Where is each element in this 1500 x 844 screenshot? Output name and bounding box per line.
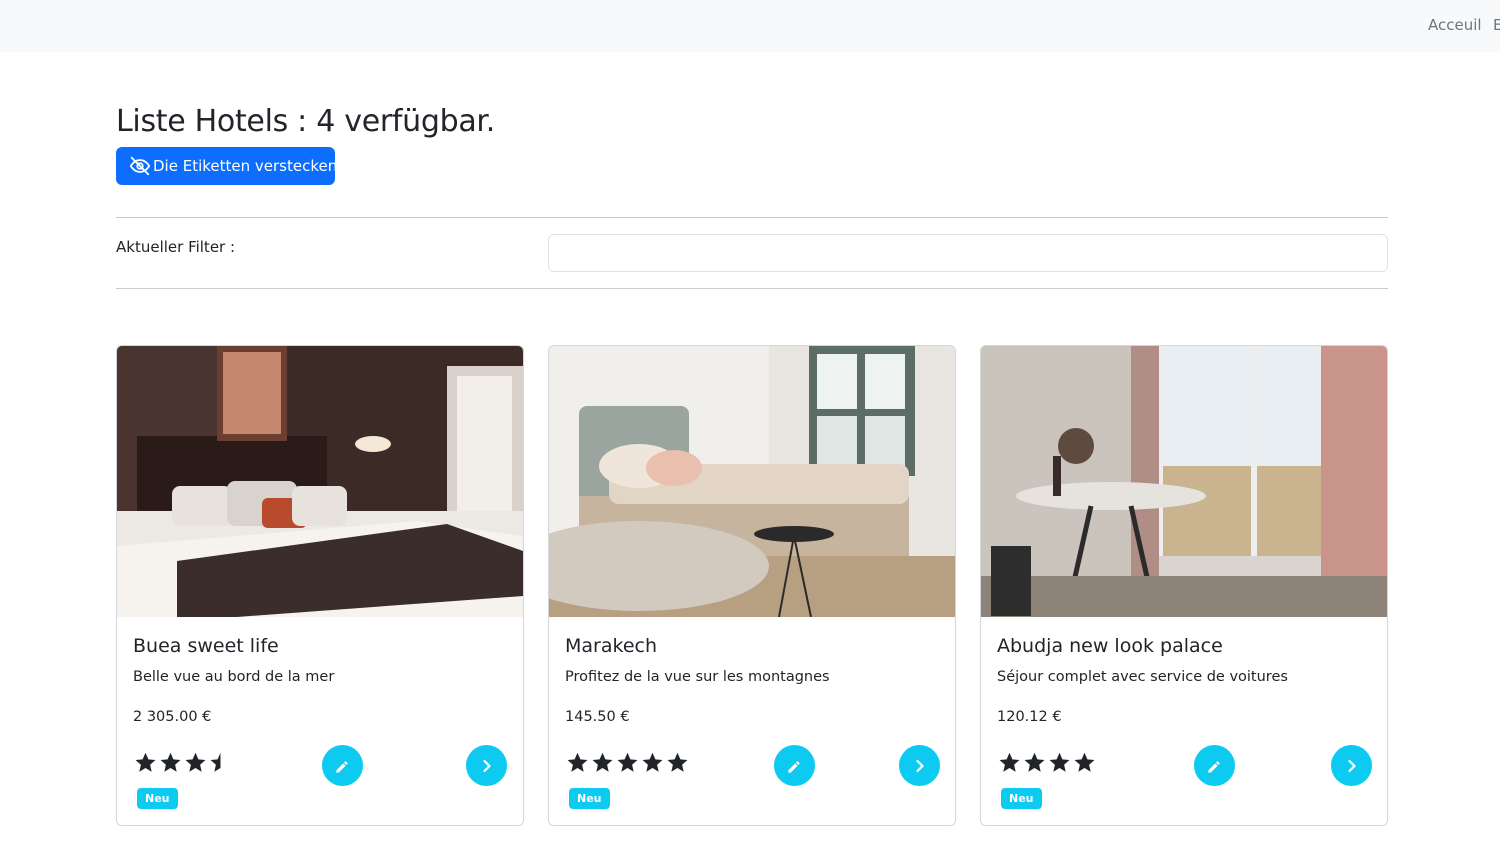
star-icon (617, 752, 638, 772)
hotel-image (117, 346, 523, 617)
hide-labels-button[interactable]: Die Etiketten verstecken (116, 147, 338, 185)
hotel-name: Marakech (565, 635, 657, 657)
star-icon (1074, 752, 1095, 772)
pencil-icon (1207, 760, 1220, 773)
hotel-description: Profitez de la vue sur les montagnes (565, 669, 830, 685)
star-icon (185, 752, 206, 772)
star-icon (642, 752, 663, 772)
edit-hotel-button[interactable] (774, 745, 815, 786)
chevron-right-icon (1347, 759, 1356, 772)
navbar: Acceuil E (0, 0, 1500, 52)
star-rating (997, 751, 1097, 775)
divider (116, 288, 1388, 289)
star-icon (160, 752, 181, 772)
star-icon (667, 752, 688, 772)
chevron-right-icon (915, 759, 924, 772)
new-badge: Neu (137, 788, 178, 809)
hotel-card: Marakech Profitez de la vue sur les mont… (548, 345, 956, 826)
nav-link-truncated[interactable]: E (1493, 16, 1500, 34)
divider (116, 217, 1388, 218)
nav-link-home[interactable]: Acceuil (1428, 16, 1482, 34)
hotel-price: 145.50 € (565, 709, 630, 725)
filter-input[interactable] (548, 234, 1388, 272)
star-icon (592, 752, 613, 772)
star-icon (567, 752, 588, 772)
eye-slash-icon (129, 156, 151, 176)
star-icon (1024, 752, 1045, 772)
star-icon (1049, 752, 1070, 772)
hotel-card: Buea sweet life Belle vue au bord de la … (116, 345, 524, 826)
star-icon (135, 752, 156, 772)
star-rating (565, 751, 690, 775)
star-icon (999, 752, 1020, 772)
hotel-image (549, 346, 955, 617)
hotel-description: Séjour complet avec service de voitures (997, 669, 1288, 685)
page-title: Liste Hotels : 4 verfügbar. (116, 104, 495, 139)
hotel-image (981, 346, 1387, 617)
view-hotel-button[interactable] (1331, 745, 1372, 786)
new-badge: Neu (1001, 788, 1042, 809)
pencil-icon (335, 760, 348, 773)
hotel-price: 2 305.00 € (133, 709, 212, 725)
hotel-name: Buea sweet life (133, 635, 279, 657)
new-badge: Neu (569, 788, 610, 809)
edit-hotel-button[interactable] (322, 745, 363, 786)
star-half-icon (210, 752, 221, 772)
hotel-card: Abudja new look palace Séjour complet av… (980, 345, 1388, 826)
view-hotel-button[interactable] (899, 745, 940, 786)
edit-hotel-button[interactable] (1194, 745, 1235, 786)
hotel-price: 120.12 € (997, 709, 1062, 725)
hotel-name: Abudja new look palace (997, 635, 1223, 657)
chevron-right-icon (482, 759, 491, 772)
hide-labels-button-label: Die Etiketten verstecken (153, 157, 338, 175)
filter-label: Aktueller Filter : (116, 238, 236, 256)
star-rating (133, 751, 233, 775)
hotel-description: Belle vue au bord de la mer (133, 669, 335, 685)
view-hotel-button[interactable] (466, 745, 507, 786)
pencil-icon (787, 760, 800, 773)
